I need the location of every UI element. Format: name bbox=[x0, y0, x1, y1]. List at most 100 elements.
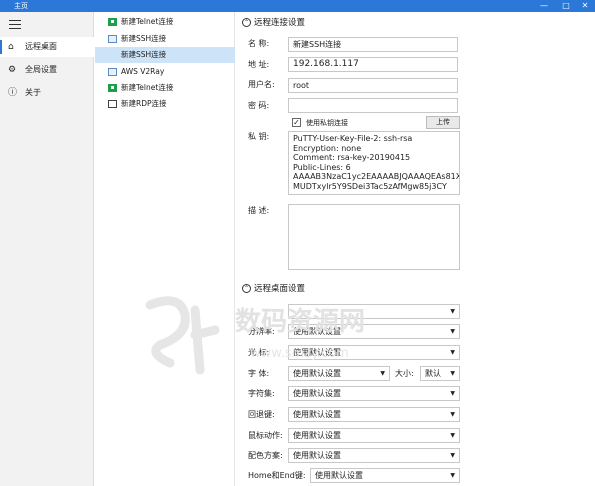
connection-form: ⌃ 远程连接设置 名 称: 新建SSH连接 地 址: 192.168.1.117 … bbox=[236, 12, 595, 486]
maximize-button[interactable]: □ bbox=[556, 0, 576, 12]
dropdown-arrow-icon: ▼ bbox=[450, 411, 455, 418]
select-value: 默认 bbox=[425, 369, 441, 378]
section-title: 远程连接设置 bbox=[254, 18, 306, 28]
select-value: 使用默认设置 bbox=[293, 410, 341, 419]
dropdown-arrow-icon: ▼ bbox=[450, 432, 455, 439]
dropdown-arrow-icon: ▼ bbox=[450, 349, 455, 356]
dropdown-arrow-icon: ▼ bbox=[450, 308, 455, 315]
row-label: 配色方案: bbox=[248, 451, 283, 460]
key-line: PuTTY-User-Key-File-2: ssh-rsa bbox=[293, 134, 413, 143]
connection-label: 新建Telnet连接 bbox=[121, 83, 174, 92]
private-key-label: 私 钥: bbox=[248, 132, 270, 141]
name-label: 名 称: bbox=[248, 39, 270, 48]
checkbox-check-icon: ✓ bbox=[292, 118, 301, 127]
gear-icon: ⚙ bbox=[8, 65, 17, 75]
row-label: 字 体: bbox=[248, 369, 270, 378]
select-value: 使用默认设置 bbox=[293, 348, 341, 357]
desktop-settings-header[interactable]: ⌃ 远程桌面设置 bbox=[242, 282, 305, 294]
connection-label: 新建Telnet连接 bbox=[121, 17, 174, 26]
select-value: 使用默认设置 bbox=[293, 431, 341, 440]
description-textarea[interactable] bbox=[288, 204, 460, 270]
title-bar: 主页 — □ ✕ bbox=[0, 0, 595, 12]
row-label: 光 标: bbox=[248, 348, 270, 357]
key-line: MUDTxylr5Y9SDei3Tac5zAfMgw85j3CY bbox=[293, 181, 447, 191]
telnet-icon: ▪ bbox=[108, 18, 117, 26]
select-value: 使用默认设置 bbox=[293, 327, 341, 336]
info-icon: ⓘ bbox=[8, 88, 18, 98]
color-scheme-select[interactable]: 使用默认设置 ▼ bbox=[288, 448, 460, 463]
username-input[interactable]: root bbox=[288, 78, 458, 93]
sidebar-item-label: 全局设置 bbox=[25, 65, 57, 74]
font-select[interactable]: 使用默认设置 ▼ bbox=[288, 366, 390, 381]
minimize-button[interactable]: — bbox=[534, 0, 554, 12]
resolution-select[interactable]: ▼ bbox=[288, 304, 460, 319]
window-title: 主页 bbox=[14, 2, 28, 10]
ssh-icon bbox=[108, 68, 117, 76]
dropdown-arrow-icon: ▼ bbox=[450, 472, 455, 479]
font-size-label: 大小: bbox=[395, 369, 414, 378]
select-value: 使用默认设置 bbox=[315, 471, 363, 480]
select-value: 使用默认设置 bbox=[293, 389, 341, 398]
connection-label: AWS V2Ray bbox=[121, 67, 165, 76]
address-label: 地 址: bbox=[248, 60, 270, 69]
select-value: 使用默认设置 bbox=[293, 369, 341, 378]
connection-item[interactable]: 新建RDP连接 bbox=[95, 96, 235, 112]
collapse-icon: ⌃ bbox=[242, 284, 251, 293]
sidebar-item-label: 远程桌面 bbox=[25, 42, 57, 51]
resolution-2-select[interactable]: 使用默认设置 ▼ bbox=[288, 324, 460, 339]
connection-item[interactable]: ▪ 新建Telnet连接 bbox=[95, 80, 235, 96]
password-input[interactable] bbox=[288, 98, 458, 113]
backspace-select[interactable]: 使用默认设置 ▼ bbox=[288, 407, 460, 422]
connection-item-selected[interactable]: 新建SSH连接 bbox=[95, 47, 235, 63]
sidebar-item-label: 关于 bbox=[25, 88, 41, 97]
connection-item[interactable]: ▪ 新建Telnet连接 bbox=[95, 14, 235, 30]
key-line: AAAAB3NzaC1yc2EAAAABJQAAAQEAs81X bbox=[293, 172, 460, 181]
select-value: 使用默认设置 bbox=[293, 451, 341, 460]
dropdown-arrow-icon: ▼ bbox=[450, 452, 455, 459]
row-label: 鼠标动作: bbox=[248, 431, 283, 440]
key-line: Public-Lines: 6 bbox=[293, 162, 351, 172]
key-line: Comment: rsa-key-20190415 bbox=[293, 153, 411, 162]
home-end-select[interactable]: 使用默认设置 ▼ bbox=[310, 468, 460, 483]
charset-select[interactable]: 使用默认设置 ▼ bbox=[288, 386, 460, 401]
password-label: 密 码: bbox=[248, 101, 270, 110]
sidebar: ⌂ 远程桌面 ⚙ 全局设置 ⓘ 关于 bbox=[0, 12, 94, 486]
upload-button[interactable]: 上传 bbox=[426, 116, 460, 129]
dropdown-arrow-icon: ▼ bbox=[450, 390, 455, 397]
dropdown-arrow-icon: ▼ bbox=[380, 370, 385, 377]
sidebar-item-about[interactable]: ⓘ 关于 bbox=[0, 83, 94, 103]
row-label: 回退键: bbox=[248, 410, 275, 419]
connection-item[interactable]: 新建SSH连接 bbox=[95, 31, 235, 47]
close-button[interactable]: ✕ bbox=[575, 0, 595, 12]
description-label: 描 述: bbox=[248, 206, 270, 215]
address-input[interactable]: 192.168.1.117 bbox=[288, 57, 458, 72]
username-label: 用户名: bbox=[248, 80, 275, 89]
connection-label: 新建SSH连接 bbox=[121, 34, 167, 43]
name-input[interactable]: 新建SSH连接 bbox=[288, 37, 458, 52]
connection-label: 新建SSH连接 bbox=[121, 50, 167, 59]
private-key-textarea[interactable]: PuTTY-User-Key-File-2: ssh-rsa Encryptio… bbox=[288, 131, 460, 195]
connection-list: ▪ 新建Telnet连接 新建SSH连接 新建SSH连接 AWS V2Ray ▪… bbox=[95, 12, 235, 486]
mouse-action-select[interactable]: 使用默认设置 ▼ bbox=[288, 428, 460, 443]
collapse-icon: ⌃ bbox=[242, 18, 251, 27]
font-size-select[interactable]: 默认 ▼ bbox=[420, 366, 460, 381]
section-title: 远程桌面设置 bbox=[254, 284, 306, 294]
connection-label: 新建RDP连接 bbox=[121, 99, 167, 108]
row-label: Home和End键: bbox=[248, 471, 306, 480]
telnet-icon: ▪ bbox=[108, 84, 117, 92]
row-label: 字符集: bbox=[248, 389, 275, 398]
cursor-select[interactable]: 使用默认设置 ▼ bbox=[288, 345, 460, 360]
row-label: 分辨率: bbox=[248, 327, 275, 336]
remote-settings-header[interactable]: ⌃ 远程连接设置 bbox=[242, 16, 305, 28]
dropdown-arrow-icon: ▼ bbox=[450, 328, 455, 335]
checkbox-label: 使用私钥连接 bbox=[306, 119, 348, 127]
dropdown-arrow-icon: ▼ bbox=[450, 370, 455, 377]
ssh-icon bbox=[108, 35, 117, 43]
sidebar-item-remote-desktop[interactable]: ⌂ 远程桌面 bbox=[0, 37, 94, 57]
home-icon: ⌂ bbox=[8, 42, 14, 52]
sidebar-item-global-settings[interactable]: ⚙ 全局设置 bbox=[0, 60, 94, 80]
monitor-icon bbox=[108, 100, 117, 108]
key-line: Encryption: none bbox=[293, 143, 362, 153]
connection-item[interactable]: AWS V2Ray bbox=[95, 64, 235, 80]
hamburger-menu-icon[interactable] bbox=[9, 20, 21, 30]
